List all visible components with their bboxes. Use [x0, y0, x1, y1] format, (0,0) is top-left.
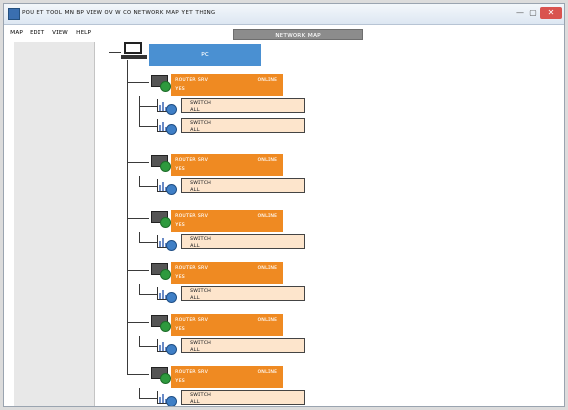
child-node[interactable]: ꜱᴡɪᴛᴄʜ ᴀʟʟ	[181, 390, 305, 405]
sidebar-panel	[14, 42, 95, 406]
bar-chart-globe-icon	[157, 119, 179, 135]
map-header-banner: ɴᴇᴛᴡᴏʀᴋ ᴍᴀᴘ	[233, 29, 363, 40]
child-node[interactable]: ꜱᴡɪᴛᴄʜ ᴀʟʟ	[181, 178, 305, 193]
app-icon	[8, 8, 20, 20]
child-node[interactable]: ꜱᴡɪᴛᴄʜ ᴀʟʟ	[181, 338, 305, 353]
menu-help[interactable]: ʜᴇʟᴘ	[76, 28, 91, 36]
map-canvas: ᴘᴄ ʀᴏᴜᴛᴇʀ ꜱʀᴠ ᴏɴʟɪɴᴇ ʏᴇꜱ ꜱᴡɪᴛᴄʜ ᴀʟʟ ꜱᴡɪᴛᴄʜ ᴀʟʟ ʀ…	[95, 42, 564, 406]
close-button[interactable]: ✕	[540, 7, 562, 19]
bar-chart-globe-icon	[157, 235, 179, 251]
child-node[interactable]: ꜱᴡɪᴛᴄʜ ᴀʟʟ	[181, 98, 305, 113]
root-node[interactable]: ᴘᴄ	[149, 44, 261, 66]
minimize-button[interactable]: —	[514, 7, 526, 19]
menu-map[interactable]: ᴍᴀᴘ	[10, 28, 23, 36]
device-node[interactable]: ʀᴏᴜᴛᴇʀ ꜱʀᴠ ᴏɴʟɪɴᴇ ʏᴇꜱ	[171, 210, 283, 232]
bar-chart-globe-icon	[157, 179, 179, 195]
device-node[interactable]: ʀᴏᴜᴛᴇʀ ꜱʀᴠ ᴏɴʟɪɴᴇ ʏᴇꜱ	[171, 154, 283, 176]
network-device-icon	[151, 155, 171, 172]
child-node[interactable]: ꜱᴡɪᴛᴄʜ ᴀʟʟ	[181, 234, 305, 249]
network-device-icon	[151, 75, 171, 92]
bar-chart-globe-icon	[157, 99, 179, 115]
network-device-icon	[151, 211, 171, 228]
menu-view[interactable]: ᴠɪᴇᴡ	[52, 28, 68, 36]
network-device-icon	[151, 367, 171, 384]
device-node[interactable]: ʀᴏᴜᴛᴇʀ ꜱʀᴠ ᴏɴʟɪɴᴇ ʏᴇꜱ	[171, 314, 283, 336]
menu-edit[interactable]: ᴇᴅɪᴛ	[30, 28, 44, 36]
child-node[interactable]: ꜱᴡɪᴛᴄʜ ᴀʟʟ	[181, 286, 305, 301]
bar-chart-globe-icon	[157, 339, 179, 355]
network-device-icon	[151, 263, 171, 280]
maximize-button[interactable]: ▢	[527, 7, 539, 19]
title-bar: ᴘᴏᴜ ᴇᴛ ᴛᴏᴏʟ ᴍɴ ʙᴘ ᴠɪᴇᴡ ᴏᴠ ᴡ ᴄᴏ ɴᴇᴛᴡᴏʀᴋ ᴍ…	[4, 4, 564, 25]
bar-chart-globe-icon	[157, 391, 179, 406]
app-window: ᴘᴏᴜ ᴇᴛ ᴛᴏᴏʟ ᴍɴ ʙᴘ ᴠɪᴇᴡ ᴏᴠ ᴡ ᴄᴏ ɴᴇᴛᴡᴏʀᴋ ᴍ…	[3, 3, 565, 407]
window-title: ᴘᴏᴜ ᴇᴛ ᴛᴏᴏʟ ᴍɴ ʙᴘ ᴠɪᴇᴡ ᴏᴠ ᴡ ᴄᴏ ɴᴇᴛᴡᴏʀᴋ ᴍ…	[22, 8, 216, 16]
device-node[interactable]: ʀᴏᴜᴛᴇʀ ꜱʀᴠ ᴏɴʟɪɴᴇ ʏᴇꜱ	[171, 74, 283, 96]
device-node[interactable]: ʀᴏᴜᴛᴇʀ ꜱʀᴠ ᴏɴʟɪɴᴇ ʏᴇꜱ	[171, 262, 283, 284]
network-device-icon	[151, 315, 171, 332]
bar-chart-globe-icon	[157, 287, 179, 303]
device-node[interactable]: ʀᴏᴜᴛᴇʀ ꜱʀᴠ ᴏɴʟɪɴᴇ ʏᴇꜱ	[171, 366, 283, 388]
computer-monitor-icon	[121, 42, 147, 60]
child-node[interactable]: ꜱᴡɪᴛᴄʜ ᴀʟʟ	[181, 118, 305, 133]
